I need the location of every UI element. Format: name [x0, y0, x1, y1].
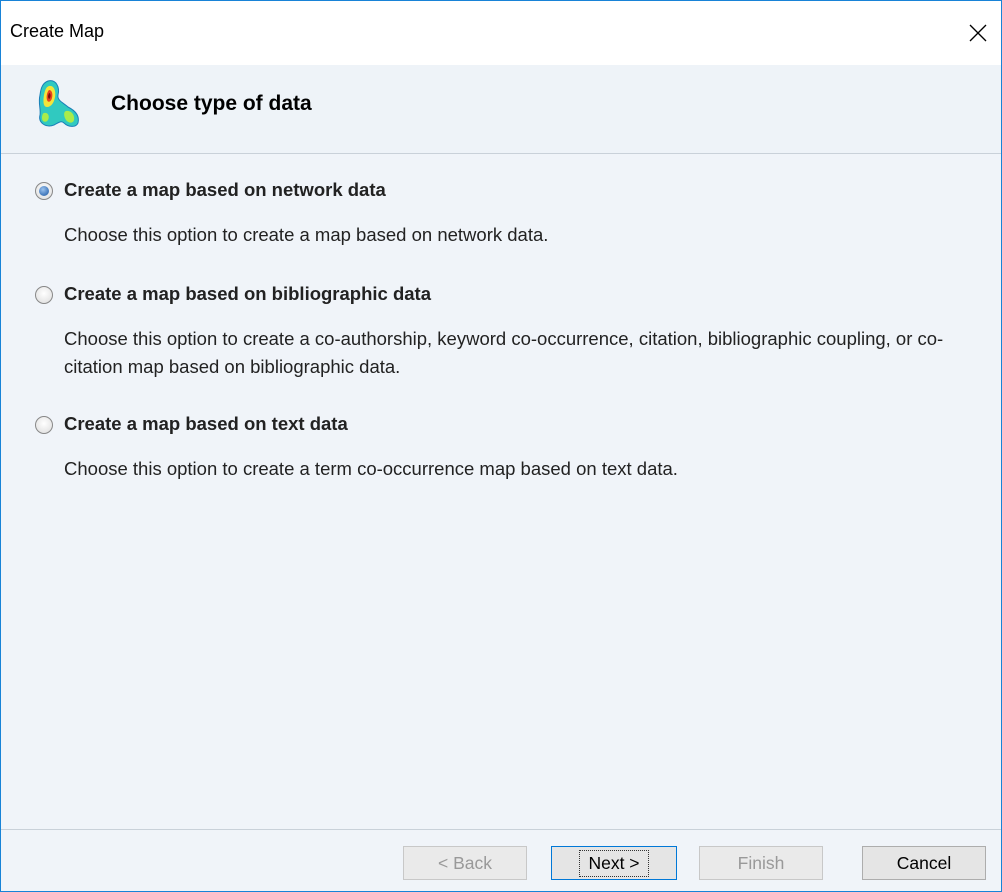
bibliographic-data-radio[interactable] — [35, 286, 53, 304]
bibliographic-data-description: Choose this option to create a co-author… — [64, 328, 944, 377]
bibliographic-data-label[interactable]: Create a map based on bibliographic data — [64, 283, 431, 305]
back-button[interactable]: < Back — [403, 846, 527, 880]
network-data-label[interactable]: Create a map based on network data — [64, 179, 386, 201]
cancel-button[interactable]: Cancel — [862, 846, 986, 880]
next-button-label: Next > — [579, 849, 649, 877]
close-icon — [969, 24, 987, 42]
text-data-label[interactable]: Create a map based on text data — [64, 413, 348, 435]
footer-divider — [1, 829, 1001, 830]
finish-button[interactable]: Finish — [699, 846, 823, 880]
next-button[interactable]: Next > — [551, 846, 677, 880]
text-data-description: Choose this option to create a term co-o… — [64, 458, 678, 479]
density-map-icon — [38, 80, 79, 127]
header-divider — [1, 153, 1001, 154]
title-bar[interactable]: Create Map — [1, 1, 1001, 65]
network-data-description: Choose this option to create a map based… — [64, 224, 549, 245]
wizard-page-title: Choose type of data — [111, 92, 312, 115]
create-map-dialog: Create Map Choose type of data Create a … — [0, 0, 1002, 892]
network-data-radio[interactable] — [35, 182, 53, 200]
text-data-radio[interactable] — [35, 416, 53, 434]
window-title: Create Map — [10, 21, 105, 41]
close-button[interactable] — [955, 1, 1001, 65]
